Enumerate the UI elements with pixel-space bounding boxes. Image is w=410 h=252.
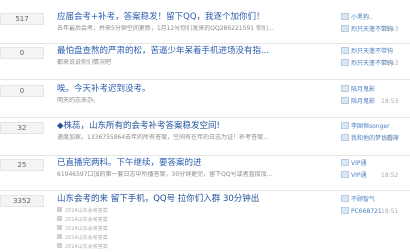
attachment-item[interactable]: 2014山东会考答案 <box>57 216 147 223</box>
image-icon <box>57 225 62 230</box>
row-divider <box>0 79 410 80</box>
last-reply-time: 18:53 <box>381 135 399 142</box>
user-icon <box>341 171 349 178</box>
author-link[interactable]: 小黑狗.. <box>341 13 373 22</box>
user-icon <box>341 97 349 104</box>
user-icon <box>341 134 349 141</box>
author-link[interactable]: VIP通 <box>341 159 367 168</box>
author-name: 小黑狗.. <box>351 14 373 21</box>
topic-row[interactable]: 25 已直播完两科。下午继续，要答案的进 61946597口加的第一套日志中所播… <box>0 157 410 189</box>
topic-row[interactable]: 0 最怕盘查熬的严肃的松，苦逼少年呆着手机进场没有指... 都来说说你们情况吧 … <box>0 45 410 77</box>
user-icon <box>341 122 349 129</box>
reply-count: 3352 <box>0 195 44 207</box>
reply-count: 517 <box>0 13 44 25</box>
user-icon <box>341 207 349 214</box>
last-reply-time: 18:53 <box>381 26 399 33</box>
topic-excerpt: 61946597口加的第一套日志中所播答案，30分钟更完，留下QQ号或者直接加.… <box>57 171 273 178</box>
attachment-item[interactable]: 2014山东会考答案 <box>57 207 147 214</box>
last-replier-link[interactable]: PC668721 <box>341 207 382 216</box>
row-divider <box>0 155 410 156</box>
topic-list: 517 应届会考+补考，答案稳发！留下QQ，我逐个加你们！ 去年最后会考，并来5… <box>0 0 410 251</box>
attachment-item[interactable]: 2014山东会考答案 <box>57 243 147 250</box>
last-replier-name: VIP通 <box>351 172 367 179</box>
user-icon <box>341 47 349 54</box>
user-icon <box>341 13 349 20</box>
user-icon <box>341 159 349 166</box>
row-divider <box>0 190 410 191</box>
topic-title[interactable]: 最怕盘查熬的严肃的松，苦逼少年呆着手机进场没有指... <box>57 45 327 57</box>
last-replier-link[interactable]: 陪月鬼影 <box>341 97 375 106</box>
last-reply-time: 18:52 <box>381 172 399 179</box>
topic-excerpt: 都来说说你们情况吧 <box>57 59 112 66</box>
author-name: VIP通 <box>351 160 367 167</box>
author-name: 不顾智气 <box>351 196 376 203</box>
reply-count: 0 <box>0 47 44 59</box>
author-name: 烈只天蓬不带钩 <box>351 48 394 55</box>
last-replier-link[interactable]: VIP通 <box>341 171 367 180</box>
image-icon <box>57 216 62 221</box>
author-name: 陪月鬼影 <box>351 86 376 93</box>
topic-title[interactable]: 已直播完两科。下午继续，要答案的进 <box>57 157 327 169</box>
row-divider <box>0 43 410 44</box>
topic-row[interactable]: 0 唉。今天补考迟到没考。 明天的志来办。 陪月鬼影 陪月鬼影 18:53 <box>0 83 410 115</box>
attachment-list: 2014山东会考答案 2014山东会考答案 2014山东会考答案 2014山东会… <box>57 207 147 252</box>
topic-row[interactable]: 32 ◆株蕊，山东所有的会考补考答案稳发空间! 速度加家。1336755864去… <box>0 120 410 152</box>
user-icon <box>341 85 349 92</box>
topic-title[interactable]: 山东会考的来 留下手机，QQ号 拉你们入群 30分钟出 <box>57 193 327 205</box>
author-link[interactable]: 烈只天蓬不带钩 <box>341 47 393 56</box>
author-link[interactable]: 李国恒songer <box>341 122 390 131</box>
topic-excerpt: 速度加家。1336755864去年的所有答案，空间有在年的日志为证！补考答案..… <box>57 134 269 141</box>
last-reply-time: 18:53 <box>381 98 399 105</box>
user-icon <box>341 195 349 202</box>
topic-row[interactable]: 517 应届会考+补考，答案稳发！留下QQ，我逐个加你们！ 去年最后会考，并来5… <box>0 11 410 43</box>
last-replier-name: 陪月鬼影 <box>351 98 376 105</box>
reply-count: 0 <box>0 85 44 97</box>
author-link[interactable]: 陪月鬼影 <box>341 85 375 94</box>
user-icon <box>341 25 349 32</box>
reply-count: 32 <box>0 122 44 134</box>
author-link[interactable]: 不顾智气 <box>341 195 375 204</box>
user-icon <box>341 59 349 66</box>
topic-title[interactable]: 应届会考+补考，答案稳发！留下QQ，我逐个加你们！ <box>57 11 327 23</box>
row-divider <box>0 117 410 118</box>
attachment-item[interactable]: 2014山东会考答案 <box>57 234 147 241</box>
topic-excerpt: 去年最后会考，并来5分钟空间更新，1月12号你们发来的QQ286221591 你… <box>57 25 274 32</box>
author-name: 李国恒songer <box>351 123 390 130</box>
last-reply-time: 18:53 <box>381 60 399 67</box>
last-replier-name: PC668721 <box>351 208 382 215</box>
topic-title[interactable]: ◆株蕊，山东所有的会考补考答案稳发空间! <box>57 120 327 132</box>
image-icon <box>57 243 62 248</box>
topic-excerpt: 明天的志来办。 <box>57 97 100 104</box>
image-icon <box>57 234 62 239</box>
topic-title[interactable]: 唉。今天补考迟到没考。 <box>57 83 327 95</box>
attachment-item[interactable]: 2014山东会考答案 <box>57 225 147 232</box>
reply-count: 25 <box>0 159 44 171</box>
last-reply-time: 18:51 <box>381 208 399 215</box>
topic-row[interactable]: 3352 山东会考的来 留下手机，QQ号 拉你们入群 30分钟出 不顾智气 PC… <box>0 193 410 251</box>
image-icon <box>57 207 62 212</box>
